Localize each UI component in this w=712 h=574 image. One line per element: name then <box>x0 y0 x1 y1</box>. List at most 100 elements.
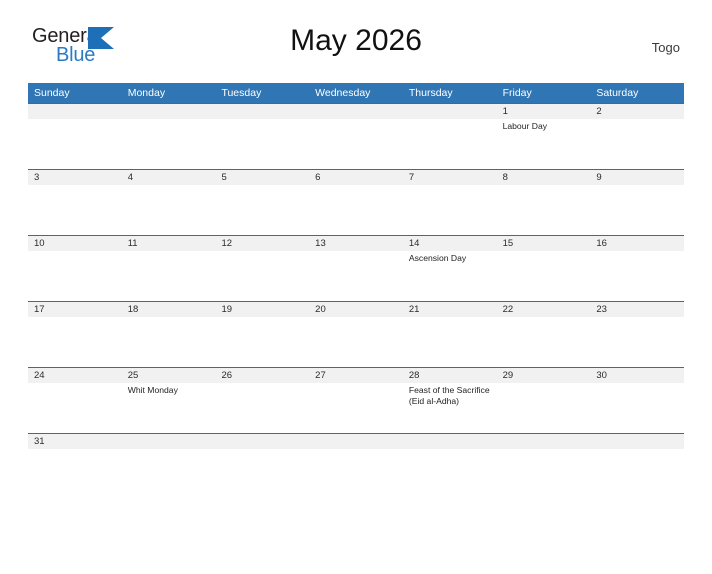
day-number: 4 <box>121 170 216 185</box>
calendar-day-cell[interactable]: 8 <box>496 170 591 235</box>
holiday-label: Labour Day <box>502 121 548 131</box>
page-header: General Blue May 2026 Togo <box>28 24 684 76</box>
day-number: 26 <box>215 368 310 383</box>
day-number <box>496 434 591 449</box>
calendar-day-cell[interactable]: 19 <box>215 302 310 367</box>
calendar-day-empty <box>402 434 497 461</box>
day-number <box>402 104 497 119</box>
day-events: Whit Monday <box>122 383 216 396</box>
weekday-header-wednesday: Wednesday <box>315 87 371 99</box>
calendar-day-empty <box>496 434 591 461</box>
calendar-day-cell[interactable]: 24 <box>28 368 122 433</box>
weekday-header-friday: Friday <box>502 87 532 99</box>
day-events: Labour Day <box>497 119 591 132</box>
day-number: 1 <box>496 104 591 119</box>
calendar-day-cell[interactable]: 2 <box>590 104 685 169</box>
calendar-day-cell[interactable]: 30 <box>590 368 685 433</box>
page-title: May 2026 <box>290 24 422 57</box>
calendar-day-cell[interactable]: 26 <box>215 368 310 433</box>
calendar-day-cell[interactable]: 17 <box>28 302 122 367</box>
weekday-header-tuesday: Tuesday <box>221 87 262 99</box>
day-number: 6 <box>309 170 403 185</box>
calendar-day-cell[interactable]: 10 <box>28 236 122 301</box>
calendar-week-row: 3456789 <box>28 169 685 235</box>
calendar-day-cell[interactable]: 28 Feast of the Sacrifice (Eid al-Adha) <box>402 368 497 433</box>
calendar-day-cell[interactable]: 1 Labour Day <box>496 104 591 169</box>
calendar-day-cell[interactable]: 5 <box>215 170 310 235</box>
calendar-day-cell[interactable]: 11 <box>121 236 216 301</box>
calendar-day-cell[interactable]: 4 <box>121 170 216 235</box>
weekday-header-saturday: Saturday <box>596 87 639 99</box>
calendar-day-cell[interactable]: 22 <box>496 302 591 367</box>
day-number: 14 <box>402 236 497 251</box>
holiday-label: Ascension Day <box>408 253 467 263</box>
day-number <box>402 434 497 449</box>
day-number: 13 <box>309 236 403 251</box>
day-events: Feast of the Sacrifice (Eid al-Adha) <box>403 383 497 407</box>
calendar-day-cell[interactable]: 18 <box>121 302 216 367</box>
calendar-day-cell[interactable]: 6 <box>309 170 403 235</box>
day-number: 18 <box>121 302 216 317</box>
day-number <box>215 434 310 449</box>
day-number <box>215 104 310 119</box>
weekday-header-monday: Monday <box>127 87 166 99</box>
day-number: 15 <box>496 236 591 251</box>
day-number: 24 <box>28 368 122 383</box>
calendar-day-cell[interactable]: 9 <box>590 170 685 235</box>
calendar-day-empty <box>215 434 310 461</box>
calendar-day-cell[interactable]: 23 <box>590 302 685 367</box>
holiday-label: Feast of the Sacrifice (Eid al-Adha) <box>408 385 490 406</box>
day-number: 8 <box>496 170 591 185</box>
calendar-week-row: 10 11 12 13 14 Ascension Day 15 16 <box>28 235 685 301</box>
calendar-day-cell[interactable]: 12 <box>215 236 310 301</box>
day-number: 10 <box>28 236 122 251</box>
holiday-label: Whit Monday <box>127 385 178 395</box>
day-number: 16 <box>590 236 685 251</box>
calendar-day-cell[interactable]: 31 <box>28 434 122 461</box>
calendar-day-empty <box>309 104 403 169</box>
day-number: 22 <box>496 302 591 317</box>
day-number <box>309 104 403 119</box>
calendar-day-cell[interactable]: 29 <box>496 368 591 433</box>
day-number <box>121 434 216 449</box>
day-number: 25 <box>121 368 216 383</box>
day-events: Ascension Day <box>403 251 497 264</box>
day-number: 20 <box>309 302 403 317</box>
calendar-day-cell[interactable]: 20 <box>309 302 403 367</box>
calendar-day-cell[interactable]: 7 <box>402 170 497 235</box>
calendar-day-empty <box>121 104 216 169</box>
calendar-day-empty <box>402 104 497 169</box>
calendar-weeks: 1 Labour Day 2 3 4 5 6 7 8 9 10 11 12 13 14 Ascension D… <box>28 103 685 461</box>
day-number: 17 <box>28 302 122 317</box>
calendar-day-cell[interactable]: 14 Ascension Day <box>402 236 497 301</box>
weekday-header-row: Sunday Monday Tuesday Wednesday Thursday Frid… <box>28 83 684 103</box>
day-number <box>121 104 216 119</box>
weekday-header-sunday: Sunday <box>34 87 70 99</box>
country-label: Togo <box>651 40 680 55</box>
day-number <box>309 434 403 449</box>
day-number: 3 <box>28 170 122 185</box>
calendar-day-empty <box>28 104 122 169</box>
day-number: 5 <box>215 170 310 185</box>
day-number: 12 <box>215 236 310 251</box>
day-number: 7 <box>402 170 497 185</box>
calendar-day-cell[interactable]: 25 Whit Monday <box>121 368 216 433</box>
day-number: 31 <box>28 434 122 449</box>
calendar-day-cell[interactable]: 27 <box>309 368 403 433</box>
day-number: 9 <box>590 170 685 185</box>
calendar-day-empty <box>309 434 403 461</box>
calendar-day-cell[interactable]: 21 <box>402 302 497 367</box>
weekday-header-thursday: Thursday <box>408 87 453 99</box>
calendar-page: General Blue May 2026 Togo Sunday Monday T… <box>0 24 712 574</box>
day-number: 28 <box>402 368 497 383</box>
day-number <box>590 434 685 449</box>
calendar-day-cell[interactable]: 13 <box>309 236 403 301</box>
calendar-day-cell[interactable]: 15 <box>496 236 591 301</box>
calendar-week-row: 17 18 19 20 21 22 23 <box>28 301 685 367</box>
calendar-day-cell[interactable]: 16 <box>590 236 685 301</box>
calendar-day-cell[interactable]: 3 <box>28 170 122 235</box>
calendar-day-empty <box>590 434 685 461</box>
calendar-day-empty <box>121 434 216 461</box>
day-number: 30 <box>590 368 685 383</box>
calendar-grid: Sunday Monday Tuesday Wednesday Thursday Frid… <box>28 83 685 461</box>
